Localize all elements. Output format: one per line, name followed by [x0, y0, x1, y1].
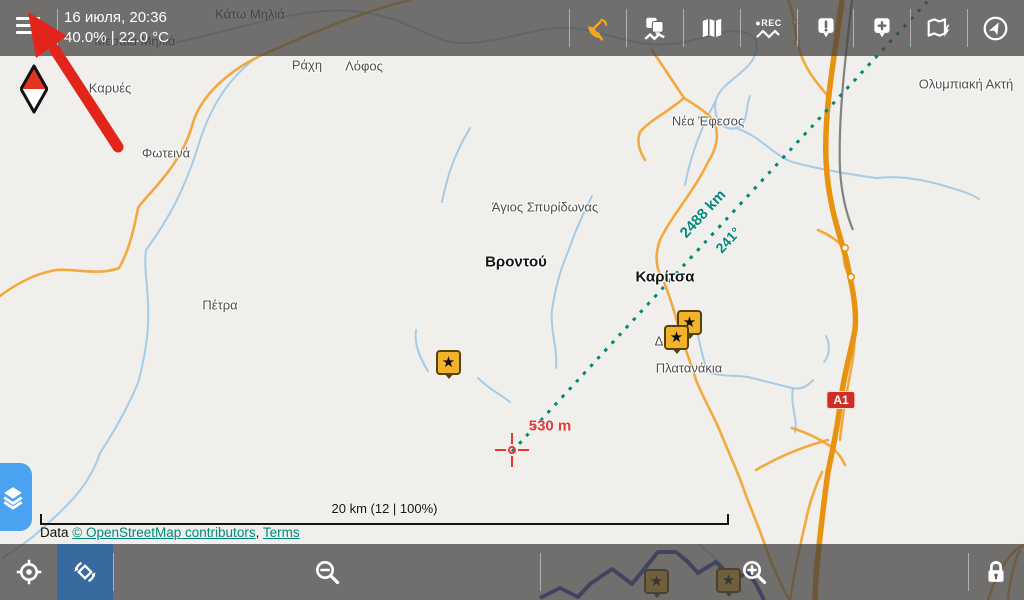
highway-badge: A1 [826, 391, 855, 409]
scale-bar: 20 km (12 | 100%) [40, 501, 729, 525]
zoom-in-icon [740, 558, 768, 586]
map-place-label: Ράχη [292, 58, 322, 73]
layers-icon [0, 483, 27, 511]
map-flash-icon [926, 15, 952, 41]
map-place-label: Ολυμπιακή Ακτή [919, 77, 1013, 92]
highway-a1-path [815, 0, 856, 600]
waypoint-alert-icon [813, 15, 839, 41]
battery-temp-label: 40.0% | 22.0 °C [64, 28, 169, 48]
terms-link[interactable]: Terms [263, 525, 300, 540]
zoom-out-button[interactable] [298, 544, 355, 600]
map-place-label: Καρίτσα [636, 269, 695, 286]
attribution-separator: , [256, 525, 263, 540]
navigation-icon [982, 15, 1009, 42]
status-text: 16 июля, 20:36 40.0% | 22.0 °C [64, 8, 169, 48]
waypoint-marker[interactable]: ★ [664, 325, 689, 350]
cursor-elevation-label: 530 m [529, 418, 572, 435]
gps-satellite-icon [585, 15, 611, 41]
map-place-label: Πλατανάκια [656, 361, 723, 376]
map-icon [699, 15, 725, 41]
menu-button[interactable] [16, 17, 40, 39]
waypoint-add-icon [869, 15, 895, 41]
lock-icon [982, 558, 1010, 586]
lock-button[interactable] [967, 544, 1024, 600]
navigation-button[interactable] [967, 0, 1024, 56]
waypoint-add-button[interactable] [853, 0, 910, 56]
record-track-icon: ●REC [755, 18, 781, 39]
zoom-in-button[interactable] [725, 544, 782, 600]
waypoint-marker[interactable]: ★ [436, 350, 461, 375]
attribution: Data © OpenStreetMap contributors, Terms [40, 525, 300, 540]
compass-needle[interactable] [20, 64, 48, 114]
zoom-out-icon [313, 558, 341, 586]
osm-contributors-link[interactable]: © OpenStreetMap contributors [72, 525, 255, 540]
rotate-map-icon [71, 558, 99, 586]
map-place-label: Δ [655, 334, 664, 349]
layers-button[interactable] [0, 463, 32, 531]
map-place-label: Καρυές [89, 81, 132, 96]
rotate-map-button[interactable] [57, 544, 113, 600]
waypoint-star-icon: ★ [670, 330, 683, 345]
waypoints-track-icon [642, 15, 668, 41]
waypoints-track-button[interactable] [626, 0, 683, 56]
map-place-label: Νέα Έφεσος [672, 114, 744, 129]
map-place-label: Λόφος [345, 59, 383, 74]
map-place-label: Πέτρα [202, 298, 237, 313]
waypoint-star-icon: ★ [442, 355, 455, 370]
map-place-label: Βροντού [485, 254, 547, 271]
bottom-toolbar [0, 544, 1024, 600]
map-place-label: Φωτεινά [142, 146, 190, 161]
map-place-label: Άγιος Σπυρίδωνας [492, 200, 598, 215]
attribution-prefix: Data [40, 525, 72, 540]
datetime-label: 16 июля, 20:36 [64, 8, 169, 28]
record-track-button[interactable]: ●REC [740, 0, 797, 56]
map-application: 2488 km 241° Κάτω ΜηλιάΜεσαία ΜηλιάΡάχηΛ… [0, 0, 1024, 600]
locate-button[interactable] [0, 544, 57, 600]
waypoint-alert-button[interactable] [797, 0, 854, 56]
map-flash-button[interactable] [910, 0, 967, 56]
top-toolbar: 16 июля, 20:36 40.0% | 22.0 °C [0, 0, 1024, 56]
gps-satellite-button[interactable] [569, 0, 626, 56]
rec-label: ●REC [755, 18, 781, 28]
locate-icon [15, 558, 43, 586]
map-button[interactable] [683, 0, 740, 56]
